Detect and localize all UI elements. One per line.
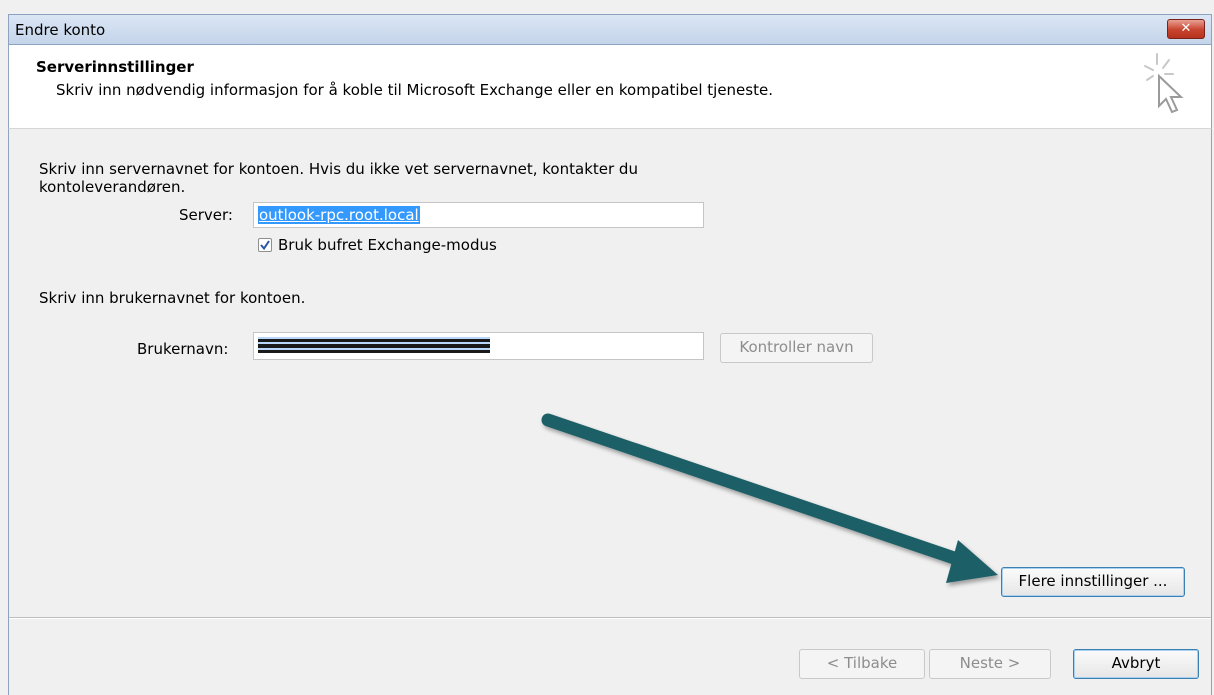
back-button[interactable]: < Tilbake xyxy=(799,649,925,679)
server-instruction: Skriv inn servernavnet for kontoen. Hvis… xyxy=(39,160,638,178)
cursor-click-icon xyxy=(1144,53,1184,114)
server-label: Server: xyxy=(179,206,233,224)
check-name-button[interactable]: Kontroller navn xyxy=(720,333,873,363)
checkmark-icon xyxy=(260,240,270,251)
username-input[interactable] xyxy=(253,332,704,360)
header-panel: Serverinnstillinger Skriv inn nødvendig … xyxy=(8,45,1212,129)
server-input[interactable]: outlook-rpc.root.local xyxy=(253,202,704,228)
user-instruction: Skriv inn brukernavnet for kontoen. xyxy=(39,289,306,307)
cached-mode-label: Bruk bufret Exchange-modus xyxy=(278,236,497,254)
window-title: Endre konto xyxy=(15,21,106,39)
cancel-button[interactable]: Avbryt xyxy=(1073,649,1199,679)
next-button[interactable]: Neste > xyxy=(929,649,1051,679)
section-subtitle: Skriv inn nødvendig informasjon for å ko… xyxy=(56,81,773,99)
close-button[interactable]: ✕ xyxy=(1167,19,1205,39)
content-area: Skriv inn servernavnet for kontoen. Hvis… xyxy=(8,129,1212,695)
more-settings-button[interactable]: Flere innstillinger ... xyxy=(1001,567,1185,597)
server-value: outlook-rpc.root.local xyxy=(258,206,420,224)
cached-mode-checkbox[interactable] xyxy=(258,238,272,252)
title-bar: Endre konto ✕ xyxy=(8,14,1212,45)
server-instruction-2: kontoleverandøren. xyxy=(39,178,186,196)
section-title: Serverinnstillinger xyxy=(36,58,194,76)
redacted-username xyxy=(258,337,490,353)
close-icon: ✕ xyxy=(1180,21,1192,36)
username-label: Brukernavn: xyxy=(137,340,229,358)
account-dialog: Endre konto ✕ Serverinnstillinger Skriv … xyxy=(0,0,1214,695)
